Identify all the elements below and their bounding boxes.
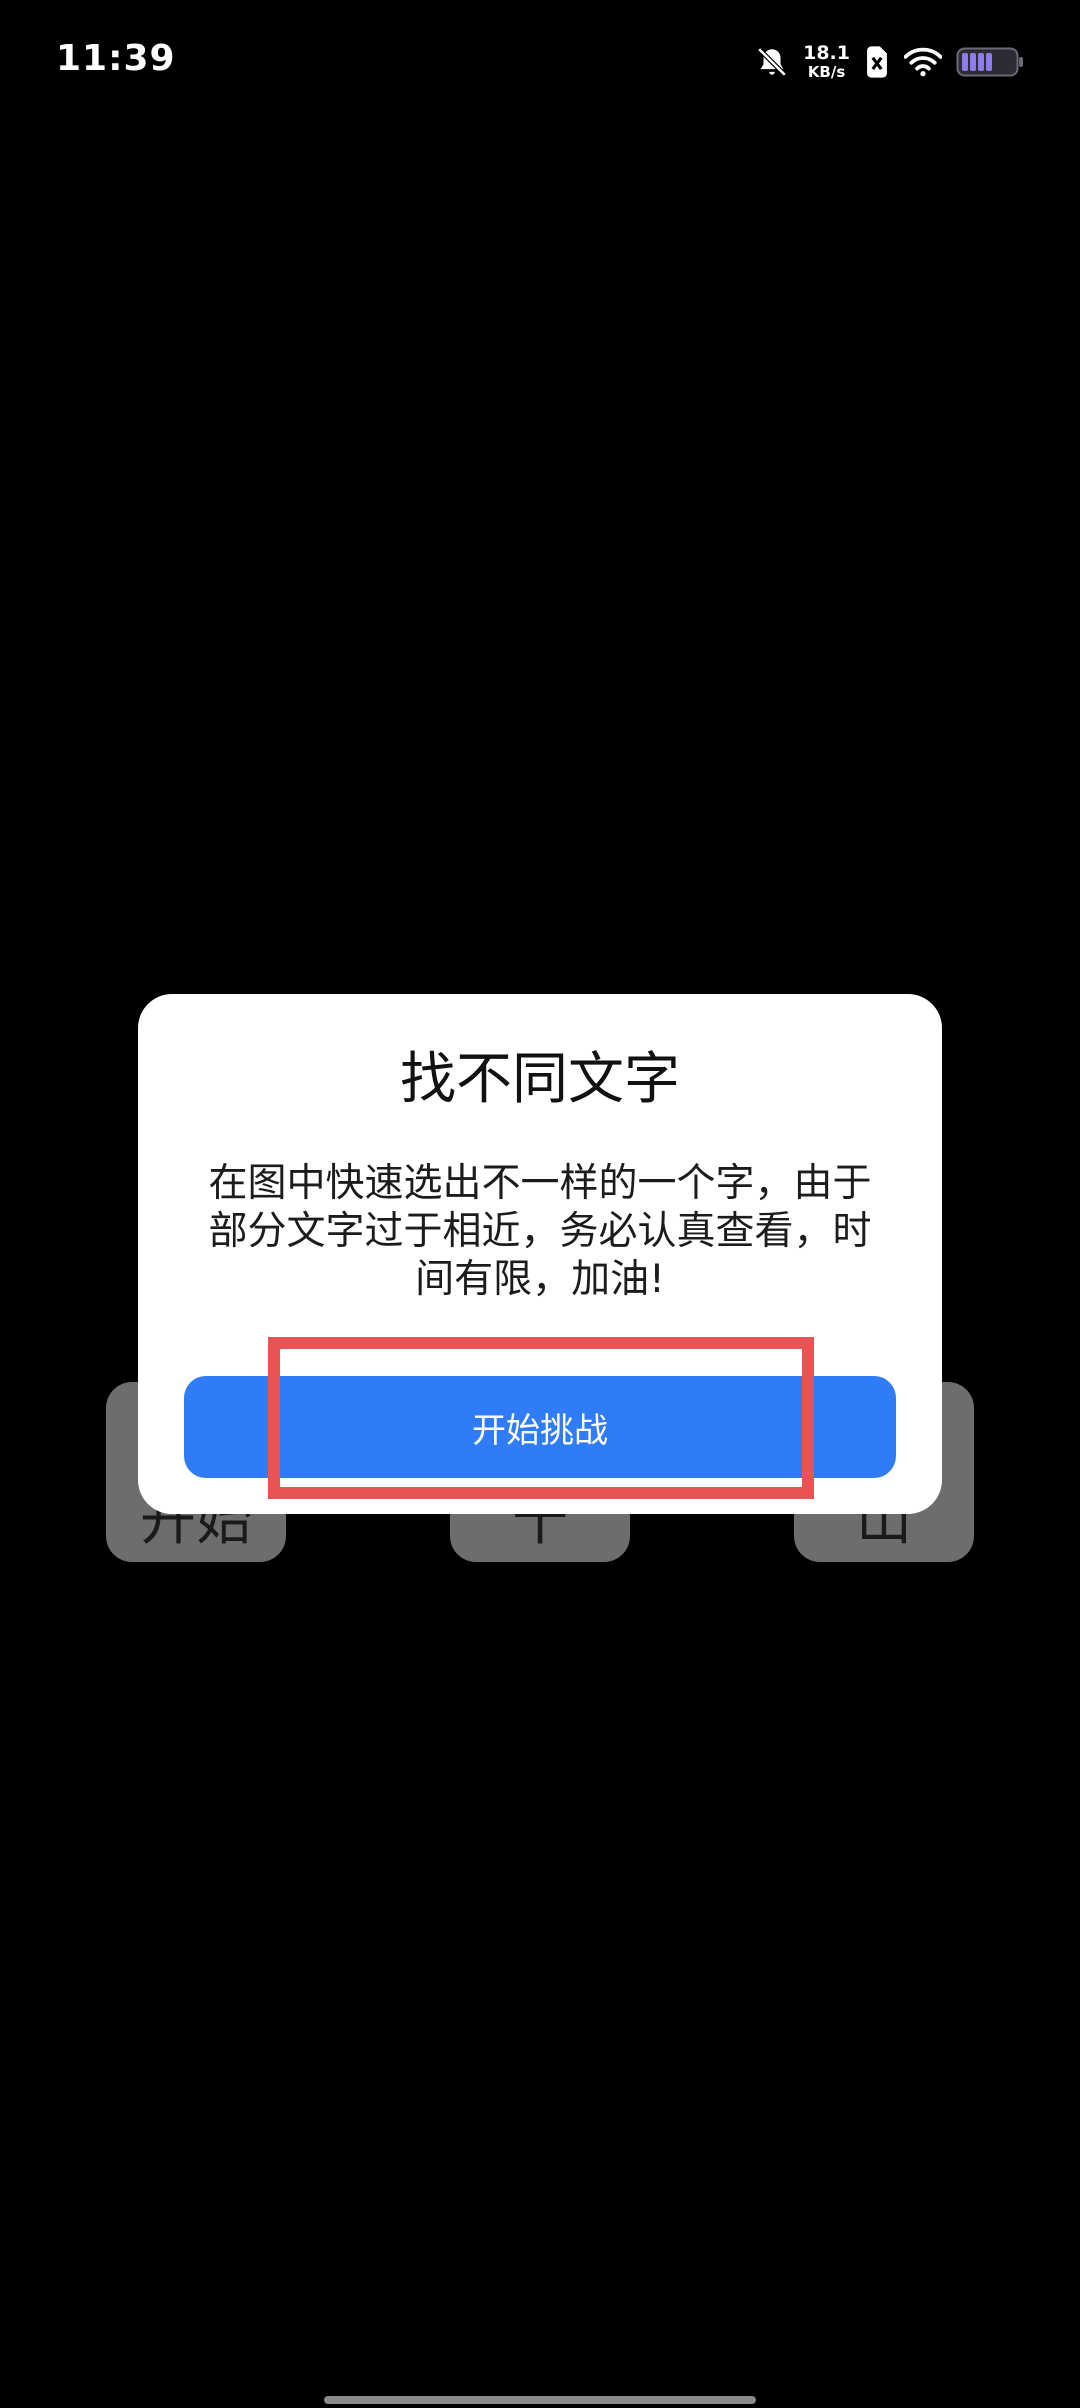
dialog-message-line: 间有限，加油! [415, 1257, 665, 1302]
dialog-message: 在图中快速选出不一样的一个字，由于 部分文字过于相近，务必认真查看，时 间有限，… [184, 1160, 896, 1304]
home-indicator[interactable] [324, 2396, 756, 2404]
network-speed: 18.1 KB/s [803, 44, 850, 80]
challenge-dialog: 找不同文字 在图中快速选出不一样的一个字，由于 部分文字过于相近，务必认真查看，… [138, 994, 942, 1514]
dialog-title: 找不同文字 [400, 1047, 680, 1112]
net-speed-unit: KB/s [807, 63, 846, 81]
start-challenge-button[interactable]: 开始挑战 [184, 1376, 896, 1478]
status-icons: 18.1 KB/s [755, 40, 1024, 84]
dialog-message-line: 部分文字过于相近，务必认真查看，时 [208, 1209, 872, 1254]
battery-icon [956, 47, 1024, 77]
sim-blocked-icon [864, 45, 890, 79]
net-speed-value: 18.1 [803, 42, 850, 64]
status-bar: 11:39 18.1 KB/s [0, 0, 1080, 120]
status-time: 11:39 [56, 38, 176, 79]
dialog-message-line: 在图中快速选出不一样的一个字，由于 [208, 1161, 872, 1206]
bell-muted-icon [755, 45, 789, 79]
wifi-icon [904, 47, 942, 77]
